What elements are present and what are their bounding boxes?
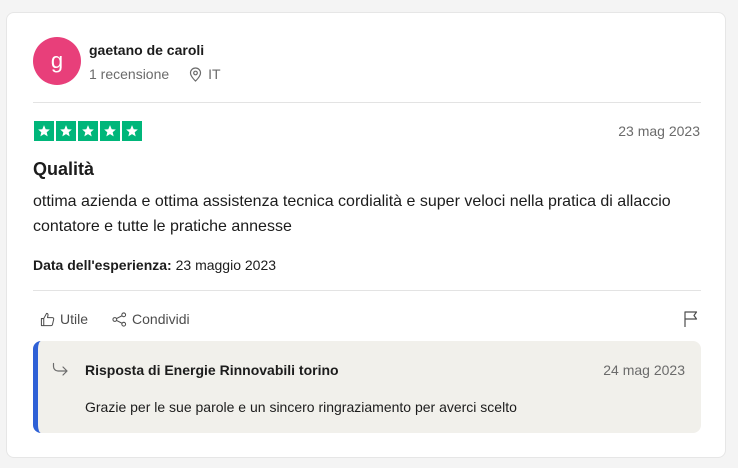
experience-date-value: 23 maggio 2023 <box>175 257 277 273</box>
useful-button[interactable]: Utile <box>40 311 88 327</box>
company-reply: Risposta di Energie Rinnovabili torino 2… <box>33 341 701 433</box>
star-icon <box>122 121 142 141</box>
report-button[interactable] <box>683 310 699 333</box>
avatar-letter: g <box>50 48 64 73</box>
experience-label: Data dell'esperienza: <box>33 257 172 273</box>
reviewer-name[interactable]: gaetano de caroli <box>89 42 204 58</box>
review-count: 1 recensione <box>89 66 170 82</box>
review-actions: Utile Condividi <box>40 311 190 327</box>
flag-icon <box>684 311 698 327</box>
reply-title: Risposta di Energie Rinnovabili torino <box>85 362 339 378</box>
review-date: 23 mag 2023 <box>618 123 700 139</box>
star-rating <box>34 121 142 141</box>
star-icon <box>34 121 54 141</box>
actions-divider <box>33 290 701 291</box>
share-label: Condividi <box>132 311 190 327</box>
review-title[interactable]: Qualità <box>33 159 94 180</box>
location-pin-icon <box>190 66 202 82</box>
reply-arrow-icon <box>52 362 68 376</box>
share-icon <box>112 311 127 327</box>
reply-date: 24 mag 2023 <box>603 362 685 378</box>
reviewer-meta: 1 recensione IT <box>89 66 221 82</box>
reply-body: Grazie per le sue parole e un sincero ri… <box>85 399 517 415</box>
country-code: IT <box>208 66 221 82</box>
useful-label: Utile <box>60 311 89 327</box>
star-icon <box>56 121 76 141</box>
experience-date: Data dell'esperienza: 23 maggio 2023 <box>33 257 276 273</box>
star-icon <box>78 121 98 141</box>
avatar[interactable]: g <box>33 37 81 85</box>
review-body: ottima azienda e ottima assistenza tecni… <box>33 193 671 235</box>
thumbs-up-icon <box>40 312 55 326</box>
star-icon <box>100 121 120 141</box>
review-card: g gaetano de caroli 1 recensione IT 23 m… <box>6 12 726 458</box>
reviewer-location: IT <box>189 66 221 82</box>
header-divider <box>33 102 701 103</box>
share-button[interactable]: Condividi <box>112 311 190 327</box>
